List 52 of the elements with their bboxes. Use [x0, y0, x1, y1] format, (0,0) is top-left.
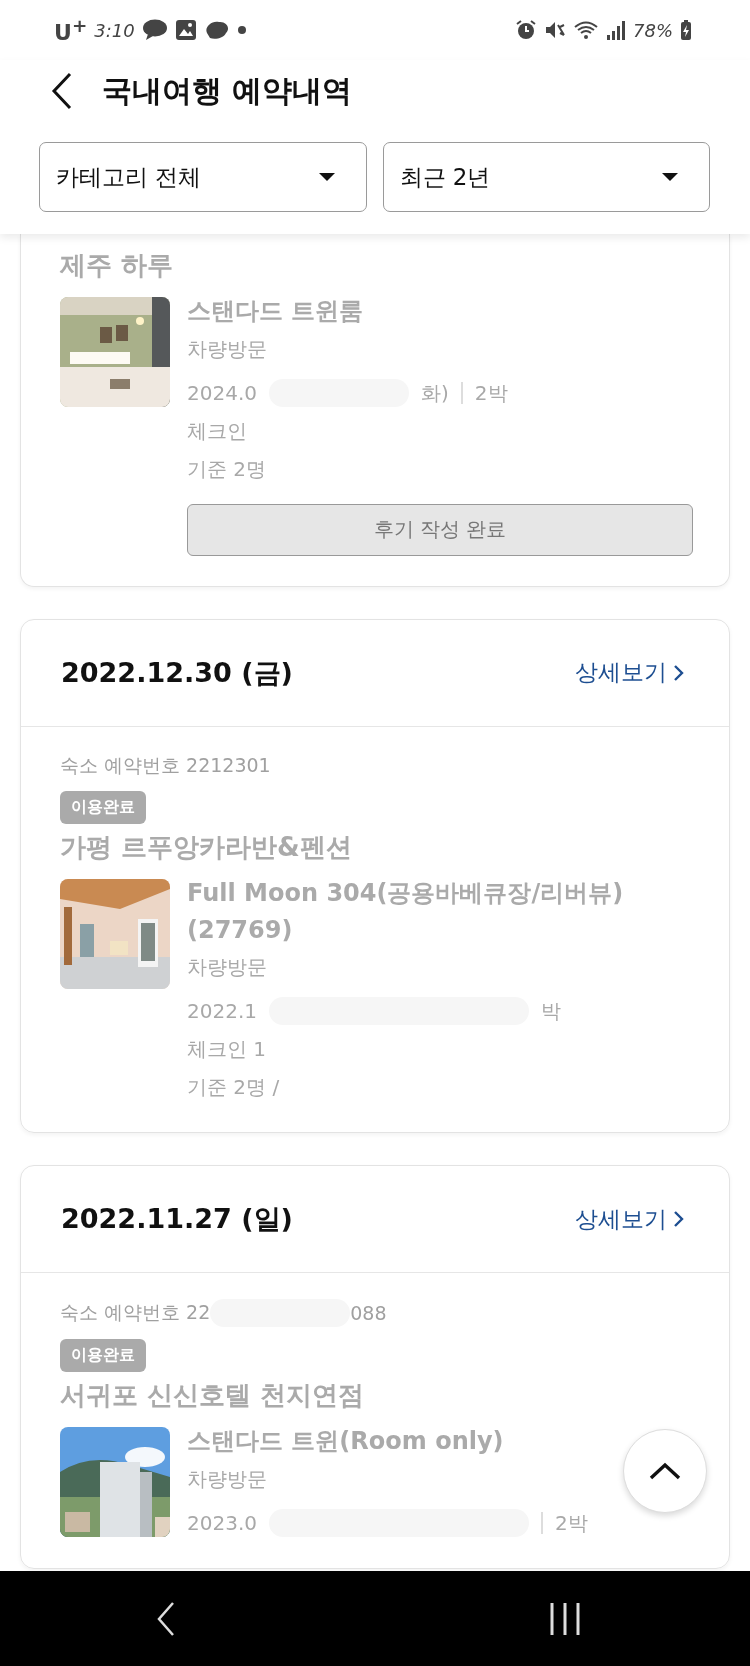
back-icon[interactable]	[155, 1600, 177, 1637]
wifi-icon	[573, 19, 599, 41]
nights-count: 박	[541, 998, 561, 1026]
back-icon[interactable]	[50, 72, 74, 110]
guest-count: 기준 2명	[187, 455, 267, 483]
nights-count: 2박	[555, 1510, 588, 1538]
stay-dates: 2022.1	[187, 998, 257, 1026]
status-badge: 이용완료	[60, 1339, 146, 1373]
page-title: 국내여행 예약내역	[102, 71, 353, 110]
reservation-number: 088	[350, 1302, 387, 1325]
chevron-right-icon	[673, 662, 685, 683]
dropdown-caret-icon	[661, 172, 679, 182]
hotel-name: 제주 하루	[60, 249, 175, 282]
booking-date: 2022.11.27 (일)	[61, 1202, 293, 1237]
room-name: 스탠다드 트윈룸	[187, 297, 364, 326]
detail-link[interactable]: 상세보기	[575, 657, 685, 689]
stay-dates: 2023.0	[187, 1510, 257, 1538]
visit-type: 차량방문	[187, 1466, 267, 1494]
dropdown-caret-icon	[317, 172, 336, 182]
detail-link[interactable]: 상세보기	[575, 1203, 685, 1235]
check-in-time: 체크인	[187, 417, 247, 445]
room-name: (27769)	[187, 915, 293, 945]
visit-type: 차량방문	[187, 335, 267, 363]
status-badge: 이용완료	[60, 790, 146, 824]
stay-dates: 화)	[421, 379, 449, 407]
signal-icon	[606, 19, 626, 41]
alarm-clock-icon	[515, 19, 537, 41]
stay-dates: 2024.0	[187, 379, 257, 407]
hotel-name: 가평 르푸앙카라반&펜션	[60, 830, 353, 864]
recent-apps-icon[interactable]	[548, 1600, 582, 1637]
carrier-label: U$^{+}$	[54, 14, 88, 46]
review-done-button[interactable]: 후기 작성 완료	[187, 503, 693, 556]
visit-type: 차량방문	[187, 954, 267, 982]
filter-dropdown[interactable]: 카테고리 전체	[39, 142, 367, 212]
check-in-time: 체크인 1	[187, 1036, 267, 1064]
room-name: Full Moon 304(공용바베큐장/리버뷰)	[187, 878, 624, 908]
reservation-number: 숙소 예약번호 22	[60, 1300, 211, 1326]
chevron-up-icon	[648, 1461, 682, 1481]
booking-date: 2022.12.30 (금)	[61, 655, 293, 690]
guest-count: 기준 2명 /	[187, 1074, 280, 1102]
nights-count: 2박	[474, 379, 508, 407]
chat-bubble-icon	[141, 19, 168, 41]
battery-charging-icon	[680, 19, 692, 41]
battery-percent: 78%	[633, 19, 673, 41]
room-name: 스탠다드 트윈(Room only)	[187, 1427, 504, 1457]
hotel-name: 서귀포 신신호텔 천지연점	[60, 1379, 366, 1413]
image-icon	[174, 19, 197, 41]
reservation-number: 숙소 예약번호 2212301	[60, 752, 271, 778]
filter-dropdown[interactable]: 최근 2년	[382, 142, 710, 212]
notification-dot-icon	[236, 25, 247, 35]
cloud-icon	[203, 19, 230, 41]
clock-time: 3:10	[94, 19, 135, 41]
